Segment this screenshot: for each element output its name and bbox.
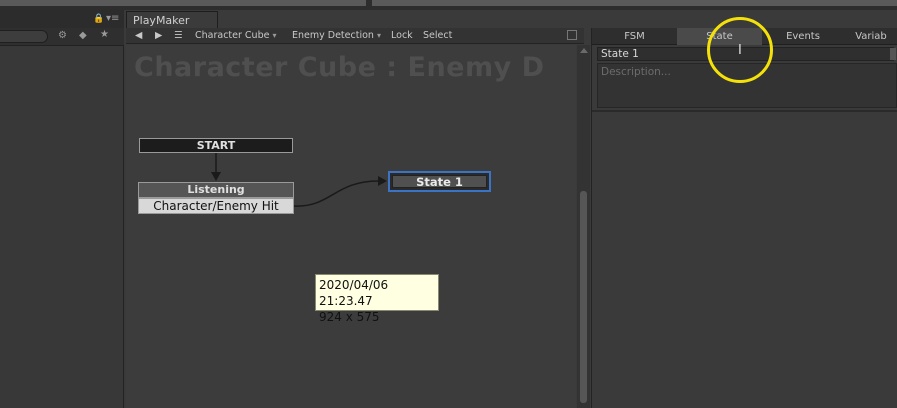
scrollbar-thumb[interactable] [580, 191, 587, 403]
listening-to-state1-line [293, 180, 379, 207]
inspector-divider [592, 110, 897, 112]
scroll-up-icon[interactable] [580, 48, 588, 53]
state-node-state-1[interactable]: State 1 [388, 171, 491, 192]
listening-to-state1-arrowhead [378, 176, 387, 186]
tooltip-datetime: 2020/04/06 21:23.47 [319, 278, 389, 308]
tab-variables[interactable]: Variab [844, 28, 897, 45]
graph-scrollbar[interactable] [577, 45, 590, 408]
start-transition-arrowhead [211, 172, 221, 181]
transition-event[interactable]: Character/Enemy Hit [138, 198, 294, 214]
state-node-listening[interactable]: Listening [138, 182, 294, 198]
tooltip-dimensions: 924 x 575 [319, 310, 380, 324]
tab-events[interactable]: Events [762, 28, 844, 45]
state-color-swatch[interactable] [890, 48, 896, 60]
start-node[interactable]: START [139, 138, 293, 153]
fsm-inspector-panel: FSM State Events Variab State 1 Descript… [591, 28, 897, 408]
state-node-label: State 1 [392, 175, 487, 189]
text-cursor-icon: I [738, 43, 742, 58]
timestamp-tooltip: 2020/04/06 21:23.47 924 x 575 [315, 274, 439, 324]
tab-fsm[interactable]: FSM [592, 28, 677, 45]
